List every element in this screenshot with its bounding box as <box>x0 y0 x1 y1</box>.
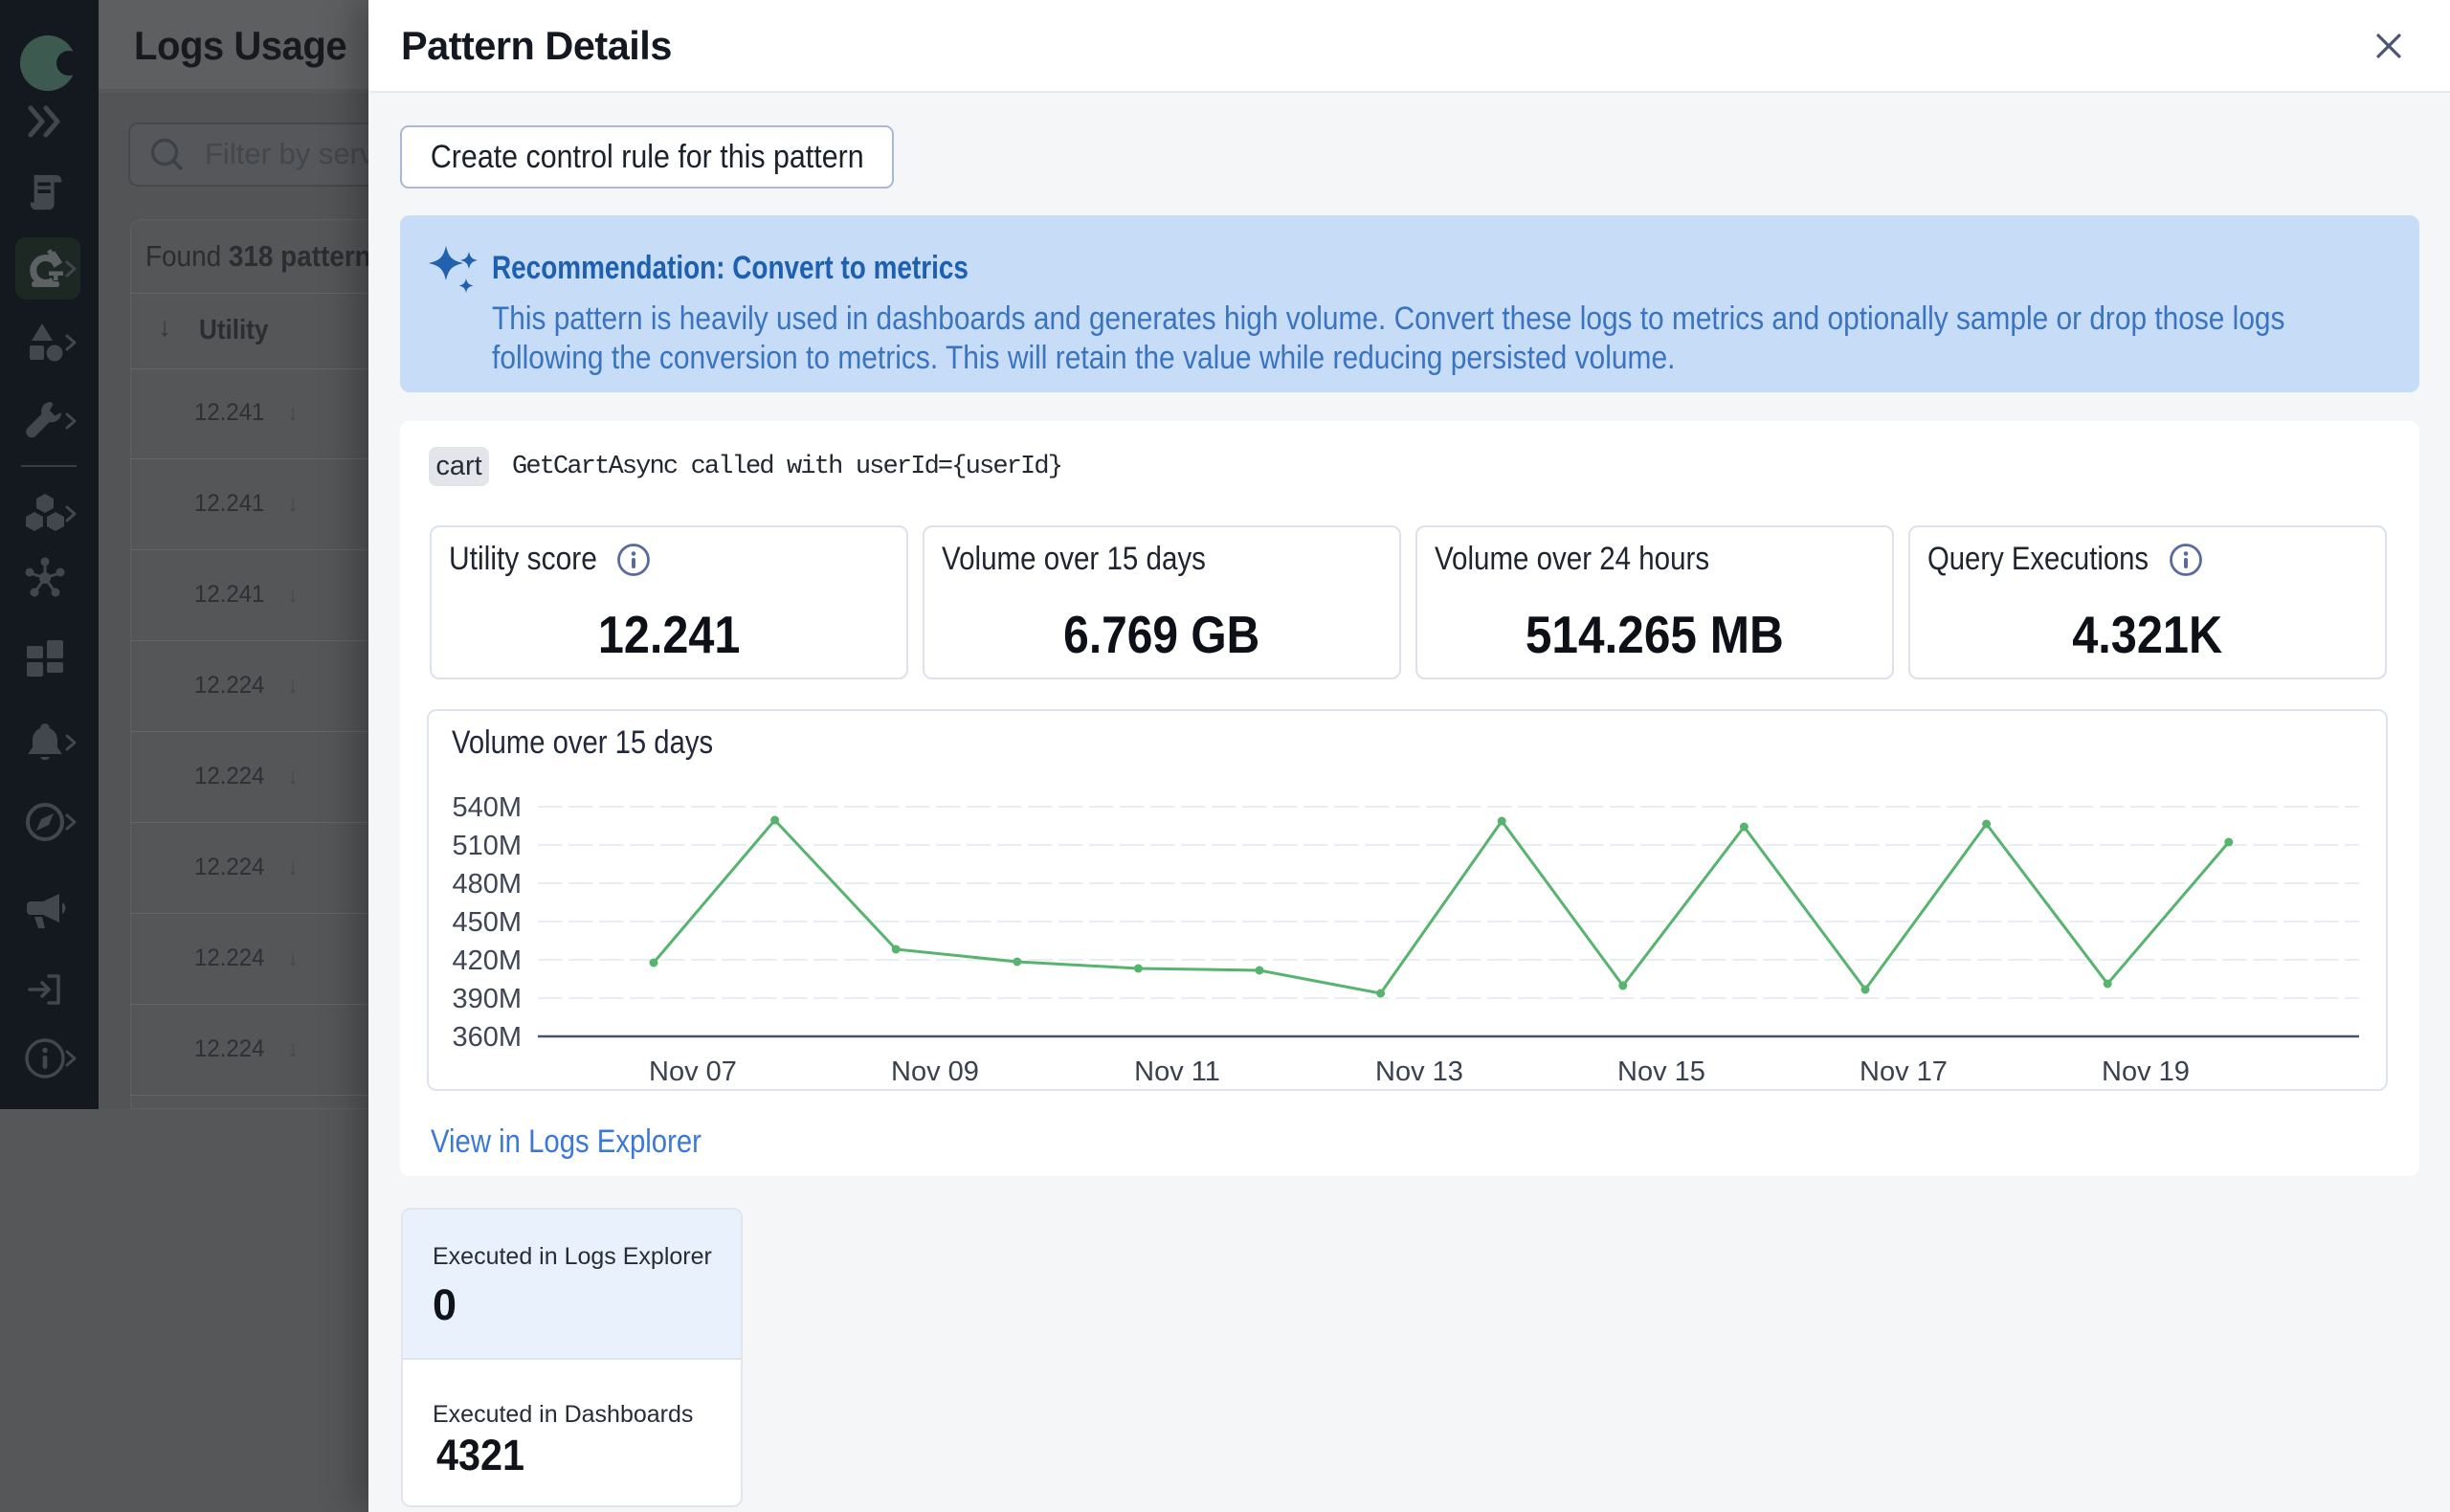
svg-text:Nov 19: Nov 19 <box>2102 1056 2190 1087</box>
svg-text:390M: 390M <box>452 984 522 1014</box>
svg-text:360M: 360M <box>452 1022 522 1053</box>
svg-text:420M: 420M <box>452 945 522 976</box>
svg-text:510M: 510M <box>452 831 522 861</box>
svg-text:Nov 07: Nov 07 <box>649 1056 737 1087</box>
svg-text:Nov 09: Nov 09 <box>891 1056 979 1087</box>
svg-text:Nov 13: Nov 13 <box>1375 1056 1463 1087</box>
svg-text:450M: 450M <box>452 907 522 938</box>
svg-text:Nov 11: Nov 11 <box>1134 1056 1220 1087</box>
svg-text:Nov 15: Nov 15 <box>1617 1056 1705 1087</box>
svg-text:480M: 480M <box>452 869 522 900</box>
svg-text:Nov 17: Nov 17 <box>1860 1056 1948 1087</box>
svg-text:540M: 540M <box>452 792 522 823</box>
